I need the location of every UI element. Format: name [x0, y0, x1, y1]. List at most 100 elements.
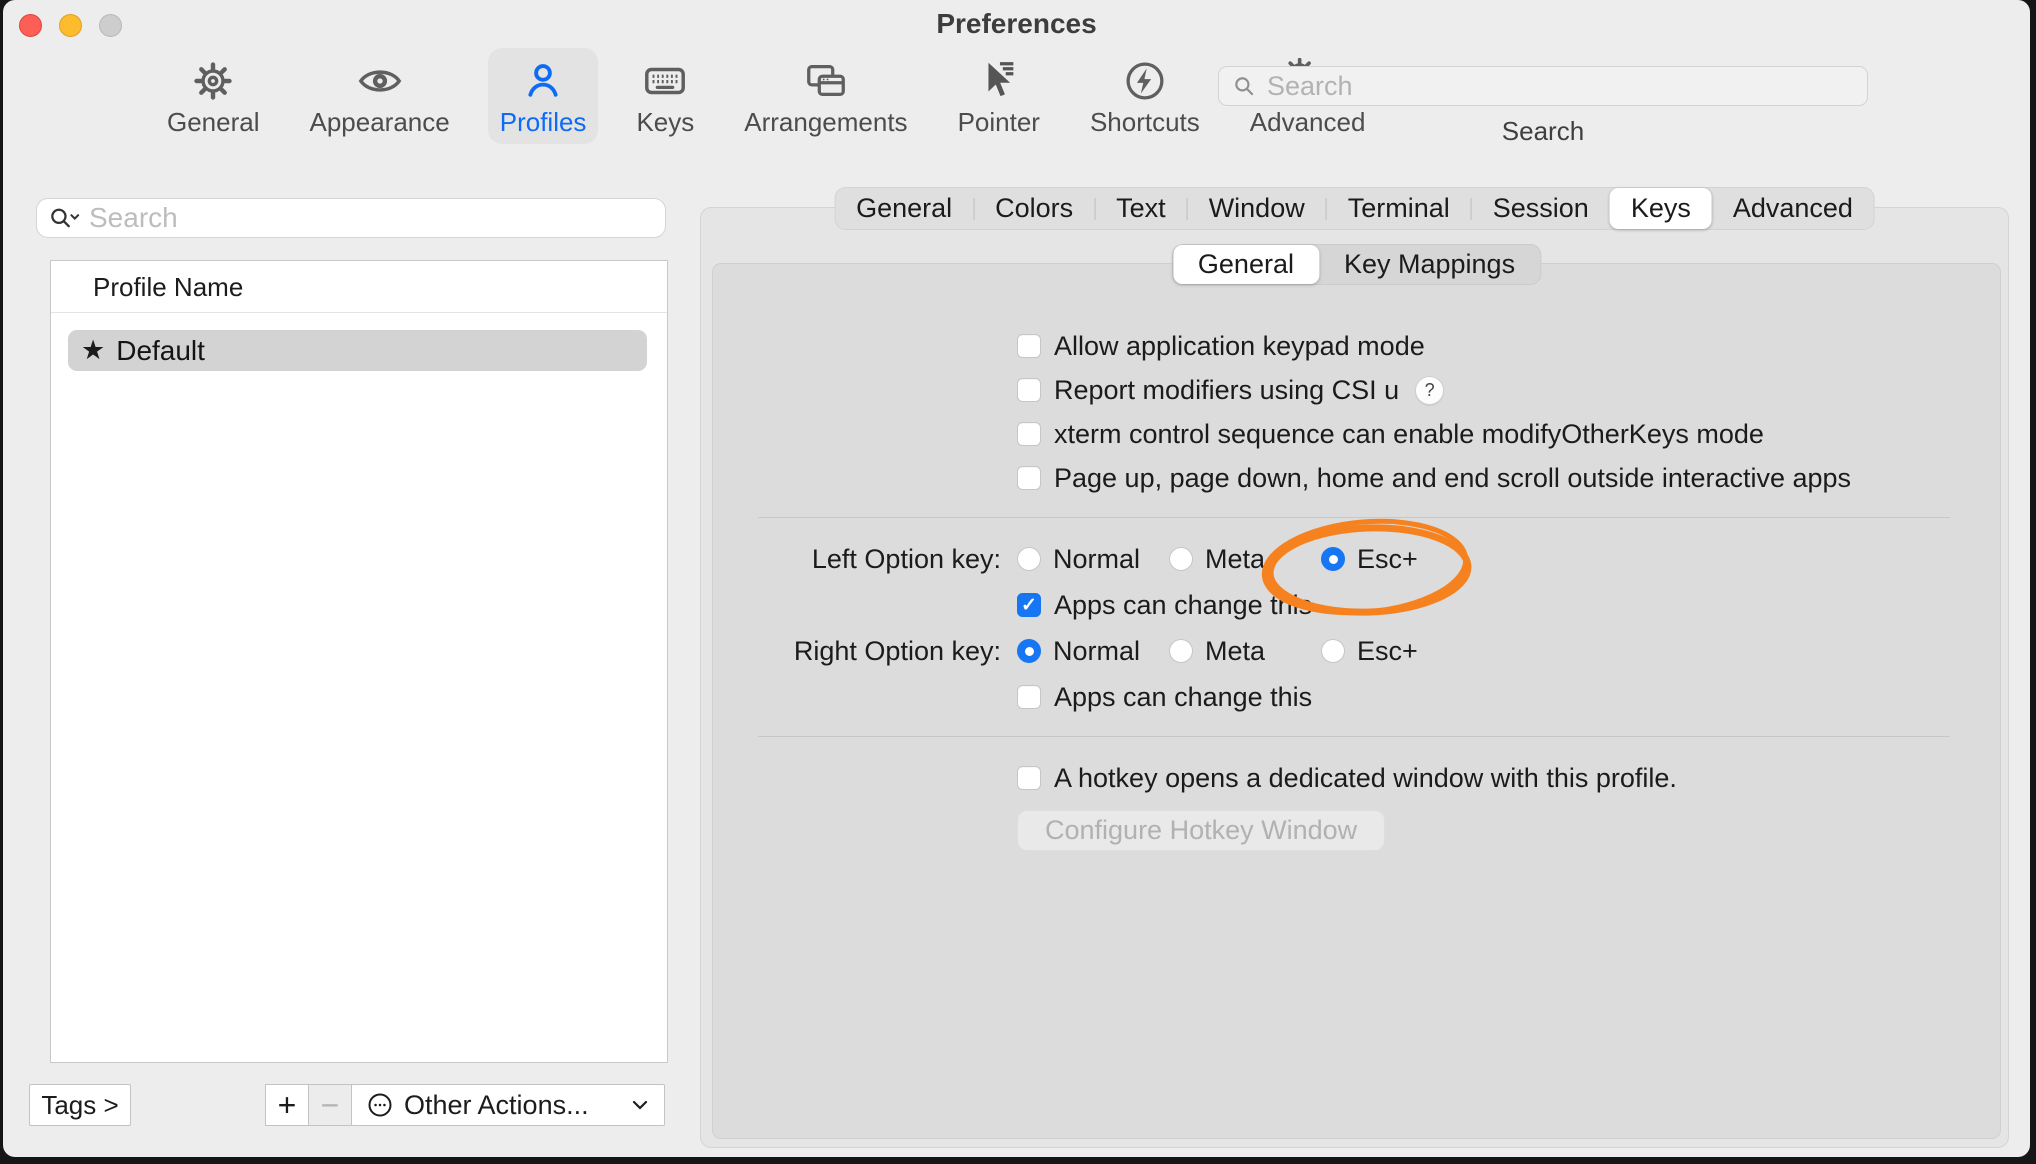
toolbar-label: Shortcuts — [1090, 107, 1200, 138]
keyboard-icon — [640, 56, 690, 106]
cursor-icon — [976, 56, 1022, 106]
checkbox-row-csi-u: Report modifiers using CSI u ? — [713, 368, 2000, 412]
tab-advanced[interactable]: Advanced — [1712, 188, 1874, 229]
tab-window[interactable]: Window — [1188, 188, 1326, 229]
toolbar-label: Profiles — [500, 107, 587, 138]
checkbox-label[interactable]: Page up, page down, home and end scroll … — [1054, 463, 1851, 494]
radio-left-normal[interactable]: Normal — [1017, 544, 1169, 575]
toolbar: General Appearance Profiles — [3, 48, 2030, 156]
windows-icon — [802, 56, 850, 106]
check-icon: ✓ — [1021, 596, 1037, 615]
profile-name: Default — [116, 335, 205, 367]
toolbar-search-input[interactable] — [1267, 71, 1855, 102]
keys-tab-content: General Key Mappings Allow application k… — [712, 263, 2001, 1139]
radio-left-esc[interactable]: Esc+ — [1321, 544, 1418, 575]
checkbox-label[interactable]: Apps can change this — [1054, 590, 1312, 621]
toolbar-item-general[interactable]: General — [155, 48, 272, 144]
radio-right-esc[interactable]: Esc+ — [1321, 636, 1418, 667]
profile-list-toolbar: Tags > + − Other Actions... — [3, 1084, 683, 1126]
checkbox-hotkey-window[interactable] — [1017, 766, 1041, 790]
add-profile-button[interactable]: + — [265, 1084, 309, 1126]
keys-general-form: Allow application keypad mode Report mod… — [713, 264, 2000, 851]
toolbar-item-keys[interactable]: Keys — [624, 48, 706, 144]
toolbar-search-label: Search — [1218, 116, 1868, 147]
divider — [758, 736, 1950, 737]
checkbox-keypad-mode[interactable] — [1017, 334, 1041, 358]
tab-session[interactable]: Session — [1472, 188, 1610, 229]
radio-label[interactable]: Meta — [1205, 544, 1265, 575]
remove-profile-button[interactable]: − — [308, 1084, 352, 1126]
radio-label[interactable]: Normal — [1053, 636, 1140, 667]
chevron-down-icon — [630, 1098, 650, 1112]
toolbar-label: Pointer — [958, 107, 1040, 138]
hotkey-row: A hotkey opens a dedicated window with t… — [713, 754, 2000, 802]
checkbox-label[interactable]: Allow application keypad mode — [1054, 331, 1425, 362]
titlebar: Preferences — [3, 0, 2030, 48]
toolbar-label: General — [167, 107, 260, 138]
configure-hotkey-row: Configure Hotkey Window — [713, 810, 2000, 851]
toolbar-label: Appearance — [310, 107, 450, 138]
toolbar-search-field[interactable] — [1218, 66, 1868, 106]
toolbar-item-profiles[interactable]: Profiles — [488, 48, 599, 144]
search-icon — [1231, 73, 1257, 99]
checkbox-label[interactable]: Apps can change this — [1054, 682, 1312, 713]
profile-list: Profile Name ★ Default — [50, 260, 668, 1063]
left-apps-row: ✓ Apps can change this — [713, 583, 2000, 627]
profile-search-input[interactable] — [89, 202, 655, 234]
radio-label[interactable]: Meta — [1205, 636, 1265, 667]
checkbox-left-apps-change[interactable]: ✓ — [1017, 593, 1041, 617]
checkbox-label[interactable]: xterm control sequence can enable modify… — [1054, 419, 1764, 450]
profile-search-field[interactable] — [36, 198, 666, 238]
checkbox-row-scroll-outside: Page up, page down, home and end scroll … — [713, 456, 2000, 500]
checkbox-row-modify-other-keys: xterm control sequence can enable modify… — [713, 412, 2000, 456]
profile-list-header: Profile Name — [51, 261, 667, 313]
checkbox-label[interactable]: Report modifiers using CSI u — [1054, 375, 1399, 406]
tab-text[interactable]: Text — [1095, 188, 1187, 229]
toolbar-label: Keys — [636, 107, 694, 138]
tab-terminal[interactable]: Terminal — [1327, 188, 1471, 229]
help-button[interactable]: ? — [1415, 376, 1444, 405]
preferences-window: Preferences General A — [3, 0, 2030, 1157]
tags-button[interactable]: Tags > — [29, 1084, 131, 1126]
left-option-key-row: Left Option key: Normal Meta — [713, 535, 2000, 583]
toolbar-item-pointer[interactable]: Pointer — [946, 48, 1052, 144]
toolbar-item-shortcuts[interactable]: Shortcuts — [1078, 48, 1212, 144]
checkbox-modify-other-keys[interactable] — [1017, 422, 1041, 446]
person-icon — [520, 56, 566, 106]
checkbox-csi-u[interactable] — [1017, 378, 1041, 402]
right-option-key-row: Right Option key: Normal Meta Esc+ — [713, 627, 2000, 675]
gear-icon — [190, 56, 236, 106]
toolbar-item-arrangements[interactable]: Arrangements — [732, 48, 919, 144]
star-icon: ★ — [81, 335, 105, 366]
radio-right-meta[interactable]: Meta — [1169, 636, 1321, 667]
right-apps-row: Apps can change this — [713, 675, 2000, 719]
radio-right-normal[interactable]: Normal — [1017, 636, 1169, 667]
profile-tabs: General Colors Text Window Terminal Sess… — [834, 187, 1875, 230]
checkbox-right-apps-change[interactable] — [1017, 685, 1041, 709]
divider — [758, 517, 1950, 518]
other-actions-dropdown[interactable]: Other Actions... — [351, 1084, 665, 1126]
toolbar-item-appearance[interactable]: Appearance — [298, 48, 462, 144]
radio-label[interactable]: Esc+ — [1357, 544, 1418, 575]
profile-settings-panel: General Colors Text Window Terminal Sess… — [700, 207, 2009, 1148]
checkbox-label[interactable]: A hotkey opens a dedicated window with t… — [1054, 763, 1677, 794]
checkbox-scroll-outside[interactable] — [1017, 466, 1041, 490]
radio-left-meta[interactable]: Meta — [1169, 544, 1321, 575]
checkbox-row-keypad-mode: Allow application keypad mode — [713, 324, 2000, 368]
profile-row-default[interactable]: ★ Default — [68, 330, 647, 371]
toolbar-label: Arrangements — [744, 107, 907, 138]
left-option-key-label: Left Option key: — [713, 544, 1001, 575]
right-option-key-label: Right Option key: — [713, 636, 1001, 667]
tab-colors[interactable]: Colors — [974, 188, 1094, 229]
eye-icon — [356, 56, 404, 106]
ellipsis-circle-icon — [366, 1091, 394, 1119]
search-scope-icon — [47, 204, 81, 232]
radio-label[interactable]: Esc+ — [1357, 636, 1418, 667]
configure-hotkey-button[interactable]: Configure Hotkey Window — [1017, 810, 1385, 851]
tab-general[interactable]: General — [835, 188, 973, 229]
window-title: Preferences — [3, 8, 2030, 40]
tab-keys[interactable]: Keys — [1610, 188, 1712, 229]
other-actions-label: Other Actions... — [404, 1090, 620, 1121]
radio-label[interactable]: Normal — [1053, 544, 1140, 575]
bolt-icon — [1122, 56, 1168, 106]
